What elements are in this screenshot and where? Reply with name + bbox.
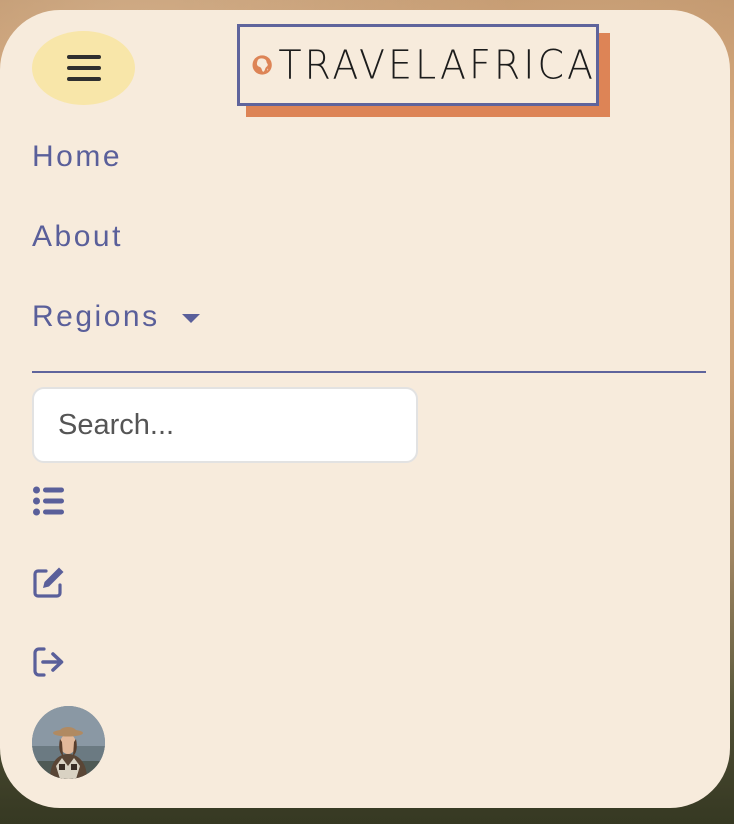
nav-home-link[interactable]: Home — [32, 142, 122, 172]
nav-about-link[interactable]: About — [32, 222, 123, 252]
caret-down-icon — [181, 313, 200, 323]
avatar-photo — [32, 706, 105, 779]
brand-logo-link[interactable]: TRAVELAFRICA — [237, 24, 610, 117]
edit-icon — [33, 567, 64, 598]
user-avatar[interactable] — [32, 706, 105, 779]
logout-button[interactable] — [32, 645, 66, 679]
list-icon — [33, 486, 64, 516]
edit-button[interactable] — [32, 565, 66, 599]
search-input[interactable] — [32, 387, 418, 463]
nav-regions-label: Regions — [32, 300, 160, 333]
logout-icon — [33, 647, 64, 677]
brand-name: TRAVELAFRICA — [278, 41, 596, 89]
brand-frame: TRAVELAFRICA — [237, 24, 599, 106]
hamburger-icon — [66, 55, 101, 81]
nav-panel: TRAVELAFRICA Home About Regions — [0, 10, 730, 808]
list-button[interactable] — [32, 485, 66, 519]
menu-toggle-button[interactable] — [32, 31, 135, 105]
menu-divider — [32, 371, 706, 373]
africa-globe-icon — [252, 55, 272, 75]
nav-regions-dropdown[interactable]: Regions — [32, 302, 200, 332]
